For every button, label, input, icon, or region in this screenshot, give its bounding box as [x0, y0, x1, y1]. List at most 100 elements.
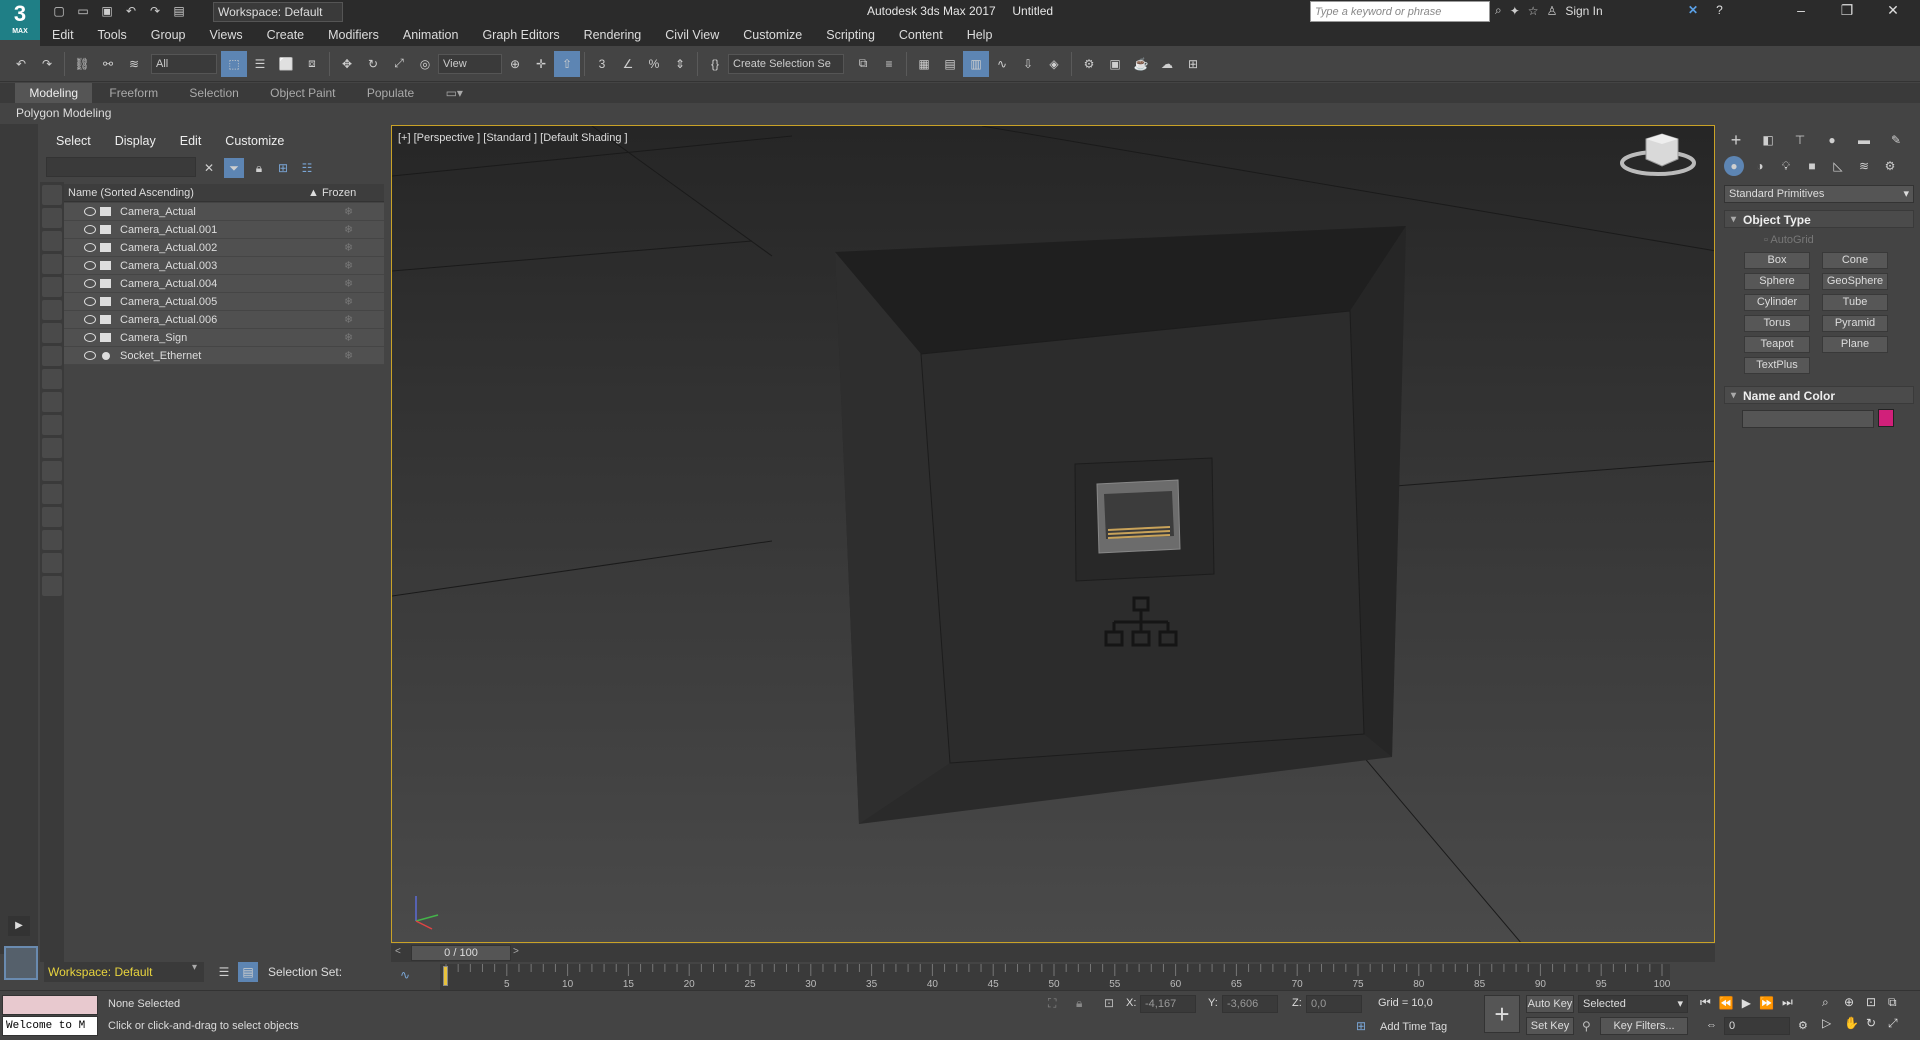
- time-prev-icon[interactable]: <: [395, 946, 401, 957]
- find-input[interactable]: [46, 157, 196, 177]
- select-manipulate-icon[interactable]: ✛: [528, 51, 554, 77]
- menu-graph-editors[interactable]: Graph Editors: [482, 28, 559, 42]
- align-icon[interactable]: ≡: [876, 51, 902, 77]
- time-tag-icon[interactable]: ⊞: [1356, 1019, 1366, 1033]
- percent-snap-icon[interactable]: %: [641, 51, 667, 77]
- menu-views[interactable]: Views: [209, 28, 242, 42]
- restore-icon[interactable]: ❐: [1824, 2, 1870, 19]
- set-key-icon[interactable]: +: [1484, 995, 1520, 1033]
- toggle-ribbon-icon[interactable]: ▥: [963, 50, 989, 77]
- visibility-eye-icon[interactable]: [84, 297, 96, 306]
- column-name[interactable]: Name (Sorted Ascending): [68, 184, 194, 202]
- display-bones-icon[interactable]: [42, 369, 62, 389]
- zoom-extents-icon[interactable]: ⊡: [1866, 995, 1888, 1010]
- material-editor-icon[interactable]: ◈: [1041, 51, 1067, 77]
- textplus-button[interactable]: TextPlus: [1744, 357, 1810, 374]
- menu-edit[interactable]: Edit: [180, 134, 202, 148]
- visibility-eye-icon[interactable]: [84, 315, 96, 324]
- freeze-icon[interactable]: ❄: [344, 203, 353, 221]
- list-item[interactable]: Camera_Actual ❄: [64, 203, 384, 221]
- chevron-down-icon[interactable]: ▾: [192, 962, 197, 973]
- key-filter-icon[interactable]: ⚲: [1582, 1019, 1591, 1033]
- x-coordinate-field[interactable]: -4,167: [1140, 995, 1196, 1013]
- freeze-icon[interactable]: ❄: [344, 347, 353, 365]
- previous-frame-icon[interactable]: ⏪: [1719, 996, 1734, 1010]
- menu-create[interactable]: Create: [267, 28, 305, 42]
- time-slider-thumb[interactable]: 0 / 100: [411, 945, 511, 961]
- tab-modeling[interactable]: Modeling: [15, 83, 93, 103]
- geosphere-button[interactable]: GeoSphere: [1822, 273, 1888, 290]
- menu-customize[interactable]: Customize: [225, 134, 284, 148]
- spinner-snap-icon[interactable]: ⇕: [667, 51, 693, 77]
- layers-icon[interactable]: ☰: [214, 962, 234, 982]
- current-frame-marker[interactable]: [443, 966, 448, 986]
- orbit-icon[interactable]: ↻: [1866, 1016, 1888, 1031]
- reference-coordinate-dropdown[interactable]: View: [438, 53, 502, 74]
- toggle-layer-explorer-icon[interactable]: ▤: [937, 51, 963, 77]
- zoom-extents-all-icon[interactable]: ⧉: [1888, 995, 1910, 1010]
- named-selection-dropdown[interactable]: Create Selection Se: [728, 53, 844, 74]
- menu-customize[interactable]: Customize: [743, 28, 802, 42]
- key-filters-button[interactable]: Key Filters...: [1600, 1017, 1688, 1035]
- invert-display-icon[interactable]: [42, 507, 62, 527]
- visibility-eye-icon[interactable]: [84, 333, 96, 342]
- tab-selection[interactable]: Selection: [175, 83, 252, 103]
- display-lights-icon[interactable]: [42, 231, 62, 251]
- geometry-category-icon[interactable]: ●: [1724, 156, 1744, 176]
- render-setup-icon[interactable]: ⚙: [1076, 51, 1102, 77]
- go-to-start-icon[interactable]: ⏮: [1700, 995, 1711, 1010]
- auto-key-button[interactable]: Auto Key: [1526, 995, 1574, 1013]
- list-item[interactable]: Camera_Sign ❄: [64, 329, 384, 347]
- polygon-modeling-label[interactable]: Polygon Modeling: [0, 106, 111, 120]
- visibility-eye-icon[interactable]: [84, 261, 96, 270]
- menu-rendering[interactable]: Rendering: [584, 28, 642, 42]
- shapes-category-icon[interactable]: ◑: [1750, 156, 1770, 176]
- list-item[interactable]: Socket_Ethernet ❄: [64, 347, 384, 365]
- time-next-icon[interactable]: >: [513, 946, 519, 957]
- field-of-view-icon[interactable]: ▷: [1822, 1016, 1844, 1031]
- menu-display[interactable]: Display: [115, 134, 156, 148]
- tab-object-paint[interactable]: Object Paint: [256, 83, 349, 103]
- tab-populate[interactable]: Populate: [353, 83, 428, 103]
- angle-snap-icon[interactable]: ∠: [615, 51, 641, 77]
- freeze-icon[interactable]: ❄: [344, 257, 353, 275]
- tube-button[interactable]: Tube: [1822, 294, 1888, 311]
- menu-content[interactable]: Content: [899, 28, 943, 42]
- helpers-category-icon[interactable]: ◺: [1828, 156, 1848, 176]
- zoom-icon[interactable]: ⌕: [1822, 995, 1844, 1010]
- curve-editor-icon[interactable]: ∿: [989, 51, 1015, 77]
- cameras-category-icon[interactable]: ■: [1802, 156, 1822, 176]
- lock-icon[interactable]: 🔒︎: [250, 159, 268, 177]
- visibility-eye-icon[interactable]: [84, 225, 96, 234]
- list-item[interactable]: Camera_Actual.002 ❄: [64, 239, 384, 257]
- freeze-icon[interactable]: ❄: [344, 293, 353, 311]
- redo-icon[interactable]: ↷: [34, 51, 60, 77]
- tab-freeform[interactable]: Freeform: [95, 83, 172, 103]
- lights-category-icon[interactable]: 💡︎: [1776, 156, 1796, 176]
- rectangular-selection-icon[interactable]: ⬜: [273, 51, 299, 77]
- mirror-icon[interactable]: ⧉: [850, 51, 876, 77]
- selection-filter-dropdown[interactable]: All: [151, 53, 217, 74]
- rotate-icon[interactable]: ↻: [360, 51, 386, 77]
- render-production-icon[interactable]: ☕: [1128, 51, 1154, 77]
- current-frame-field[interactable]: 0: [1724, 1017, 1790, 1035]
- cylinder-button[interactable]: Cylinder: [1744, 294, 1810, 311]
- display-groups-icon[interactable]: [42, 323, 62, 343]
- set-key-button[interactable]: Set Key: [1526, 1017, 1574, 1035]
- key-mode-toggle-icon[interactable]: ⇔: [1706, 1019, 1717, 1031]
- select-object-icon[interactable]: ⬚: [221, 50, 247, 77]
- binoculars-icon[interactable]: ⌕: [1495, 3, 1502, 18]
- cone-button[interactable]: Cone: [1822, 252, 1888, 269]
- menu-select[interactable]: Select: [56, 134, 91, 148]
- menu-scripting[interactable]: Scripting: [826, 28, 875, 42]
- place-icon[interactable]: ◎: [412, 51, 438, 77]
- exchange-icon[interactable]: ✕: [1688, 3, 1698, 17]
- display-containers-icon[interactable]: [42, 392, 62, 412]
- zoom-all-icon[interactable]: ⊕: [1844, 995, 1866, 1010]
- edit-named-selection-icon[interactable]: {}: [702, 51, 728, 77]
- next-frame-icon[interactable]: ⏩: [1759, 996, 1774, 1010]
- maxscript-mini-listener-top[interactable]: [2, 995, 98, 1015]
- display-all-icon[interactable]: [42, 461, 62, 481]
- select-by-name-icon[interactable]: ☰: [247, 51, 273, 77]
- isolate-icon[interactable]: ⛶: [1048, 996, 1056, 1011]
